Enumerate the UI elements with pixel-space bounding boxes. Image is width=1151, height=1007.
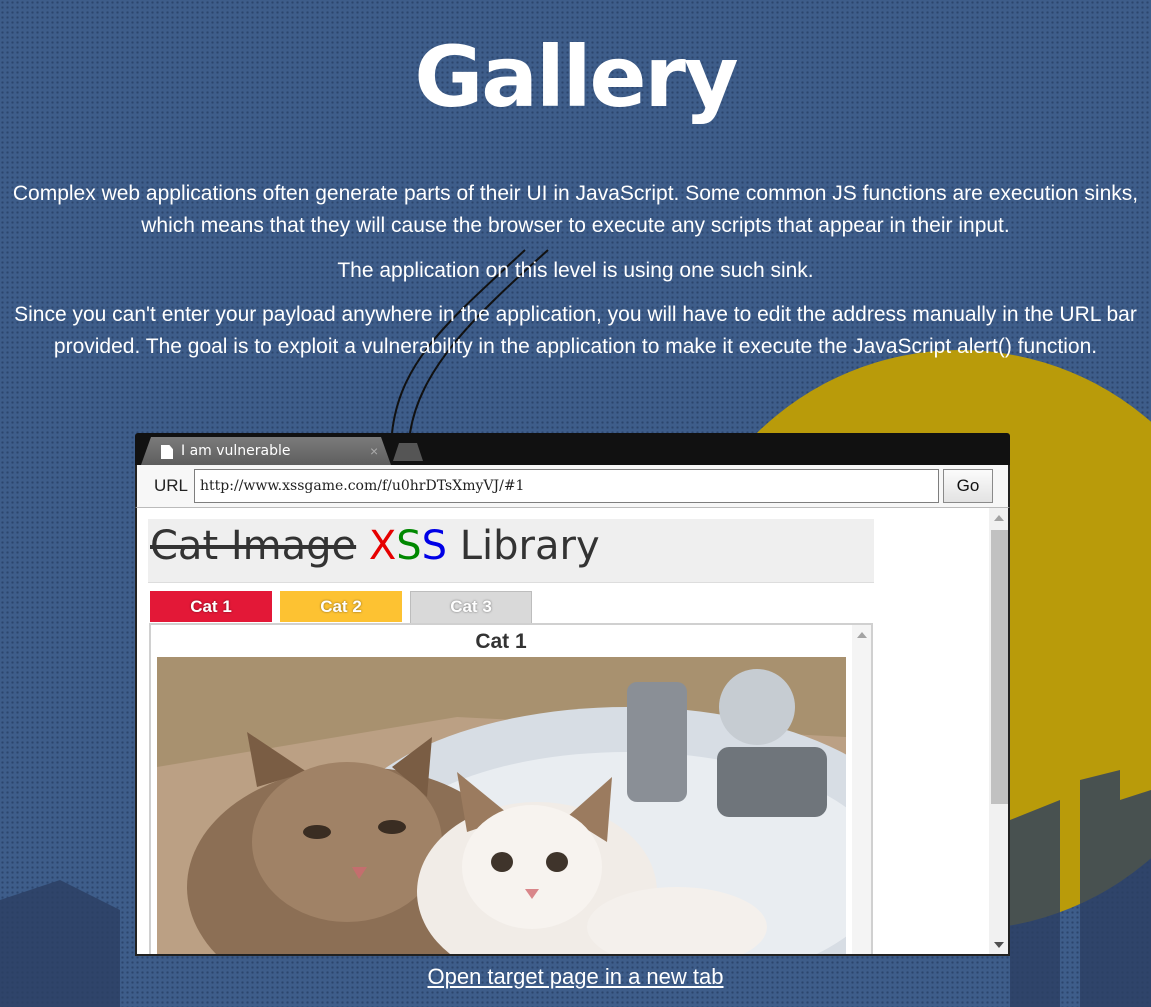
header-s2: S bbox=[421, 523, 448, 569]
header-library: Library bbox=[459, 523, 600, 569]
page-viewport: Cat Image XSS Library Cat 1 Cat 2 Cat 3 … bbox=[135, 507, 1010, 956]
app-header: Cat Image XSS Library bbox=[148, 519, 874, 583]
close-icon[interactable]: × bbox=[370, 443, 378, 459]
scroll-down-icon[interactable] bbox=[994, 942, 1004, 948]
scroll-up-icon[interactable] bbox=[994, 515, 1004, 521]
tab-strip: I am vulnerable × bbox=[135, 433, 1010, 465]
url-input[interactable] bbox=[194, 469, 939, 503]
app-title: Cat Image XSS Library bbox=[150, 523, 600, 569]
page-scrollbar[interactable] bbox=[989, 508, 1008, 954]
cat-photo bbox=[157, 657, 846, 954]
panel-scrollbar[interactable] bbox=[852, 625, 871, 954]
tab-cat-2[interactable]: Cat 2 bbox=[280, 591, 402, 622]
open-target-link[interactable]: Open target page in a new tab bbox=[0, 964, 1151, 990]
browser-frame: I am vulnerable × URL Go Cat Image XSS L… bbox=[135, 433, 1010, 956]
header-strike-text: Cat Image bbox=[150, 523, 357, 569]
new-tab-button[interactable] bbox=[393, 443, 423, 461]
page-icon bbox=[161, 445, 173, 459]
url-label: URL bbox=[154, 476, 189, 495]
url-bar: URL Go bbox=[135, 465, 1010, 507]
cat-image bbox=[157, 657, 846, 954]
browser-tab[interactable]: I am vulnerable × bbox=[141, 437, 391, 465]
intro-paragraph: Complex web applications often generate … bbox=[12, 182, 1139, 237]
scrollbar-thumb[interactable] bbox=[991, 530, 1008, 804]
sink-paragraph: The application on this level is using o… bbox=[337, 259, 814, 282]
header-s1: S bbox=[396, 523, 422, 569]
tab-cat-3[interactable]: Cat 3 bbox=[410, 591, 532, 624]
cat-panel: Cat 1 bbox=[149, 623, 873, 954]
page-title: Gallery bbox=[414, 28, 738, 126]
panel-title: Cat 1 bbox=[475, 630, 527, 653]
tab-title: I am vulnerable bbox=[181, 443, 291, 459]
goal-paragraph: Since you can't enter your payload anywh… bbox=[14, 303, 1137, 358]
tab-cat-1[interactable]: Cat 1 bbox=[150, 591, 272, 622]
scroll-up-icon[interactable] bbox=[857, 632, 867, 638]
go-button[interactable]: Go bbox=[943, 469, 993, 503]
header-x: X bbox=[368, 523, 397, 569]
